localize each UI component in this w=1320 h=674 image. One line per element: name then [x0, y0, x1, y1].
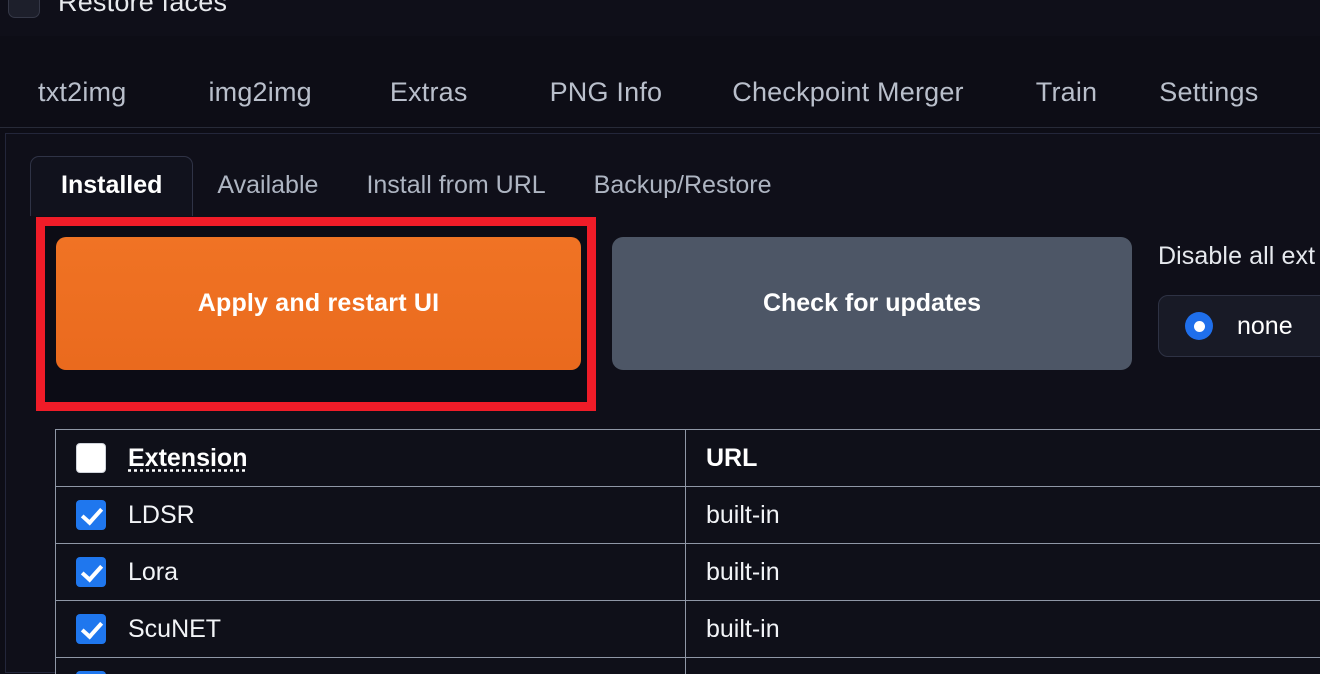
main-tab-extras[interactable]: Extras [390, 77, 468, 108]
header-cell-url: URL [686, 430, 1320, 487]
extension-name: Lora [128, 558, 178, 587]
sub-tab-install-from-url[interactable]: Install from URL [342, 157, 569, 216]
restore-faces-row[interactable]: Restore faces [8, 0, 227, 18]
disable-all-extensions-radio-none[interactable]: none [1158, 295, 1320, 357]
radio-option-label: none [1237, 312, 1293, 341]
cell-extension-url: built-in [686, 601, 1320, 658]
table-row[interactable]: LDSR built-in [56, 487, 1320, 544]
row-checkbox[interactable] [76, 614, 106, 644]
column-header-extension: Extension [128, 444, 247, 473]
row-checkbox[interactable] [76, 557, 106, 587]
main-tab-img2img[interactable]: img2img [208, 77, 311, 108]
extensions-sub-tab-bar: Installed Available Install from URL Bac… [30, 148, 796, 216]
main-tab-checkpoint-merger[interactable]: Checkpoint Merger [732, 77, 964, 108]
main-tab-bar: txt2img img2img Extras PNG Info Checkpoi… [0, 58, 1320, 128]
row-checkbox[interactable] [76, 500, 106, 530]
column-header-url: URL [706, 444, 757, 472]
header-cell-extension: Extension [56, 430, 686, 487]
apply-and-restart-ui-button[interactable]: Apply and restart UI [56, 237, 581, 370]
extensions-table-wrapper: Extension URL LDSR buil [55, 429, 1320, 674]
main-tab-txt2img[interactable]: txt2img [38, 77, 126, 108]
sub-tab-installed[interactable]: Installed [30, 156, 193, 216]
sub-tab-available[interactable]: Available [193, 157, 342, 216]
disable-all-extensions-label: Disable all ext [1158, 242, 1320, 271]
extensions-table: Extension URL LDSR buil [55, 429, 1320, 674]
cell-extension-name: LDSR [56, 487, 686, 544]
top-options-strip: Restore faces [0, 0, 1320, 36]
extensions-panel: Installed Available Install from URL Bac… [5, 133, 1320, 673]
check-for-updates-button[interactable]: Check for updates [612, 237, 1132, 370]
extension-name: ScuNET [128, 615, 221, 644]
disable-all-extensions-group: Disable all ext none [1158, 242, 1320, 357]
select-all-checkbox[interactable] [76, 443, 106, 473]
main-tab-train[interactable]: Train [1036, 77, 1098, 108]
cell-extension-url: built-in [686, 487, 1320, 544]
sub-tab-backup-restore[interactable]: Backup/Restore [570, 157, 796, 216]
main-tab-png-info[interactable]: PNG Info [550, 77, 663, 108]
table-row[interactable]: ScuNET built-in [56, 601, 1320, 658]
restore-faces-checkbox[interactable] [8, 0, 40, 18]
cell-extension-url: built-in [686, 544, 1320, 601]
restore-faces-label: Restore faces [58, 0, 227, 18]
cell-extension-name: Lora [56, 544, 686, 601]
main-tab-settings[interactable]: Settings [1159, 77, 1258, 108]
table-row[interactable]: Lora built-in [56, 544, 1320, 601]
table-header-row: Extension URL [56, 430, 1320, 487]
cell-extension-name: ScuNET [56, 601, 686, 658]
radio-selected-icon[interactable] [1185, 312, 1213, 340]
extension-name: LDSR [128, 501, 195, 530]
